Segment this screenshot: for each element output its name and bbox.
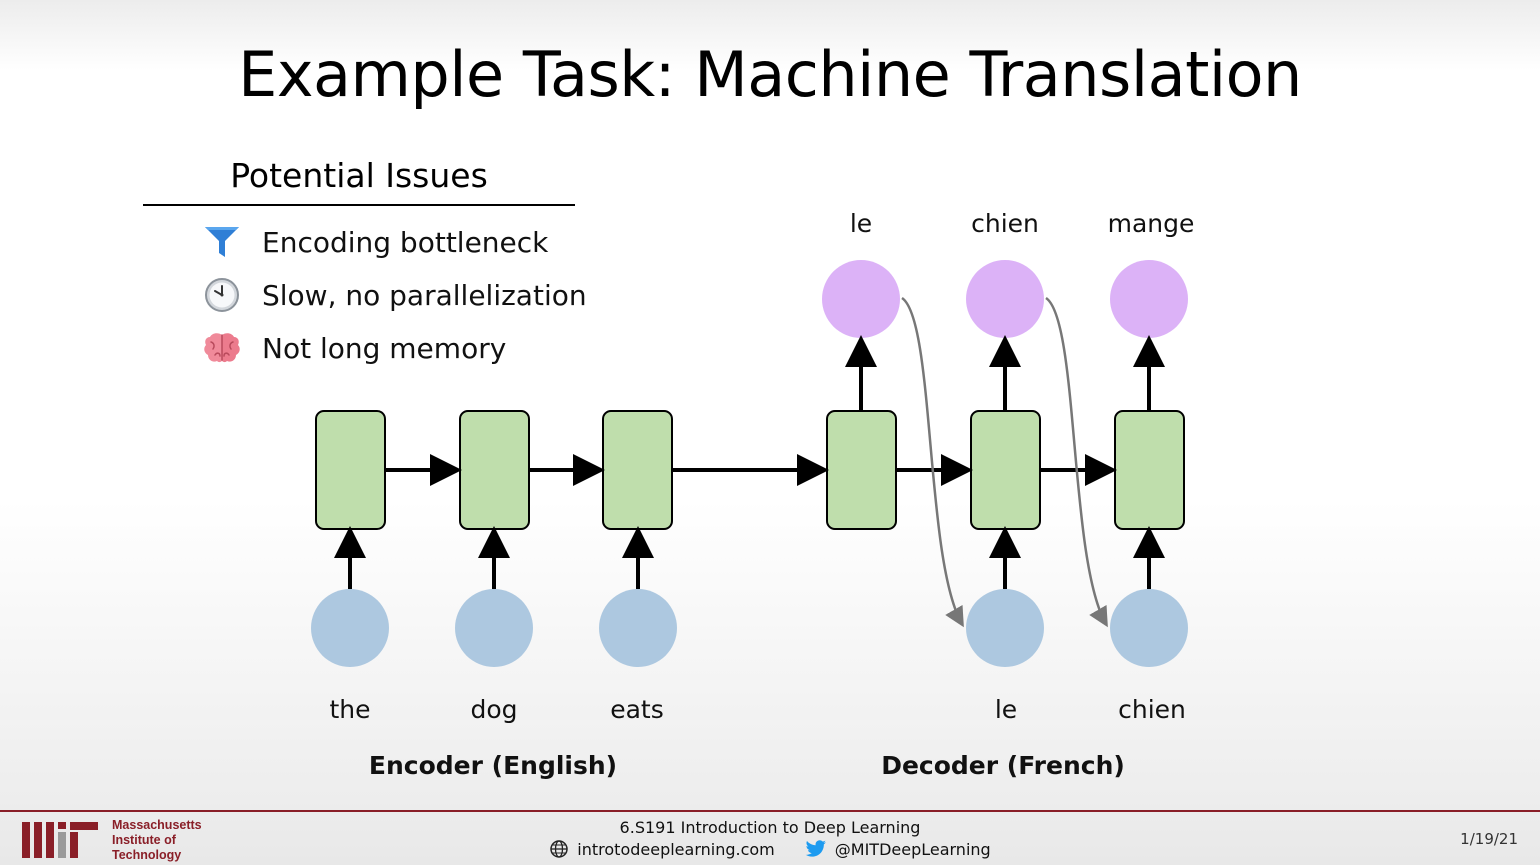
decoder-input-circle <box>1110 589 1188 667</box>
feedback-arrow <box>1045 296 1108 628</box>
decoder-input-word: chien <box>1118 695 1186 724</box>
decoder-output-word: mange <box>1108 209 1195 238</box>
slide-footer: Massachusetts Institute of Technology 6.… <box>0 810 1540 865</box>
decoder-output-circle <box>1110 260 1188 338</box>
encoder-input-circle <box>311 589 389 667</box>
decoder-output-circle <box>822 260 900 338</box>
decoder-output-circle <box>966 260 1044 338</box>
seq2seq-diagram: the dog eats le chien le chien mange Enc… <box>311 209 1195 780</box>
globe-icon <box>550 840 569 858</box>
decoder-input-circle <box>966 589 1044 667</box>
decoder-output-word: le <box>850 209 872 238</box>
encoder-cell <box>602 410 673 530</box>
encoder-input-word: dog <box>470 695 517 724</box>
twitter-handle: @MITDeepLearning <box>834 839 991 859</box>
encoder-cell <box>315 410 386 530</box>
decoder-output-word: chien <box>971 209 1039 238</box>
website-text: introtodeeplearning.com <box>577 839 775 859</box>
feedback-arrow <box>901 296 964 628</box>
decoder-label: Decoder (French) <box>881 751 1125 780</box>
twitter-link[interactable]: @MITDeepLearning <box>805 840 991 859</box>
website-link[interactable]: introtodeeplearning.com <box>549 839 775 859</box>
encoder-label: Encoder (English) <box>369 751 617 780</box>
footer-links: introtodeeplearning.com @MITDeepLearning <box>0 839 1540 859</box>
encoder-input-circle <box>455 589 533 667</box>
twitter-bird-icon <box>805 840 826 857</box>
slide: Example Task: Machine Translation Potent… <box>0 0 1540 865</box>
slide-date: 1/19/21 <box>1460 830 1518 848</box>
encoder-input-word: eats <box>610 695 664 724</box>
decoder-input-word: le <box>995 695 1017 724</box>
course-title: 6.S191 Introduction to Deep Learning <box>619 818 921 837</box>
encoder-input-circle <box>599 589 677 667</box>
decoder-cell <box>1114 410 1185 530</box>
decoder-cell <box>826 410 897 530</box>
encoder-input-word: the <box>329 695 370 724</box>
encoder-cell <box>459 410 530 530</box>
decoder-cell <box>970 410 1041 530</box>
